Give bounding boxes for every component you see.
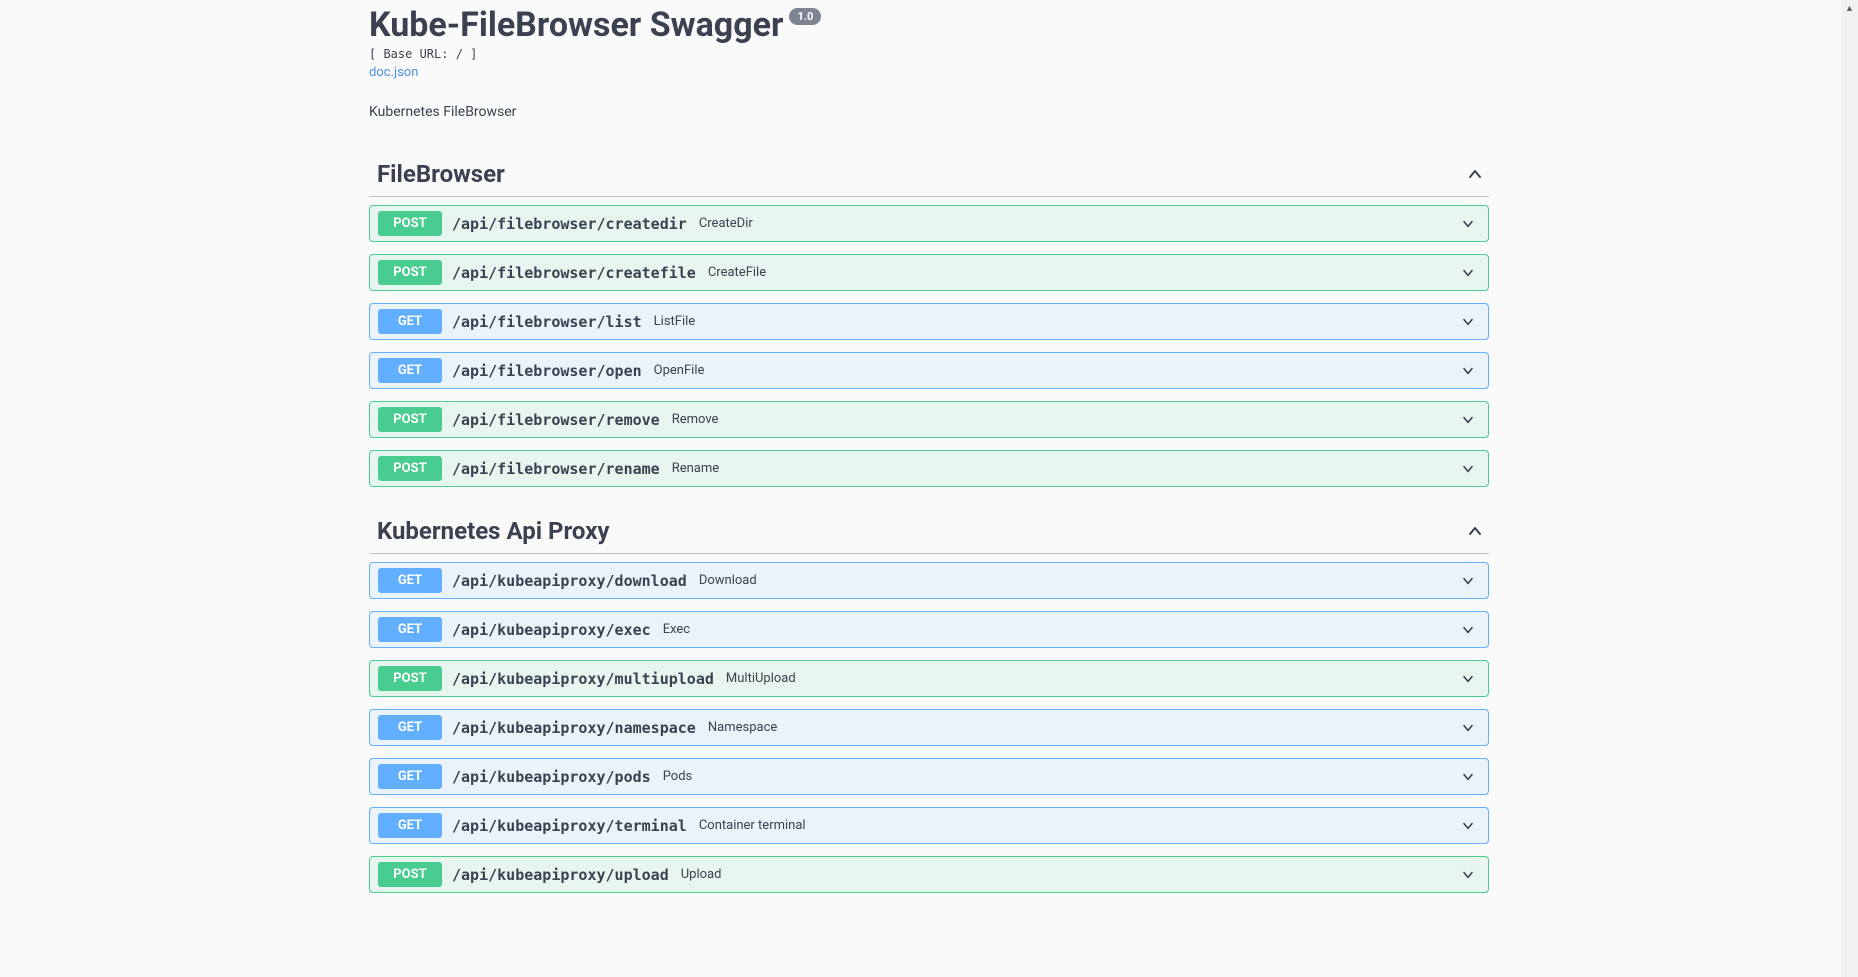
http-method-badge: POST <box>378 260 442 285</box>
chevron-up-icon <box>1465 521 1485 541</box>
operation-summary: Namespace <box>708 720 1460 735</box>
chevron-up-icon <box>1465 164 1485 184</box>
http-method-badge: GET <box>378 764 442 789</box>
vertical-scrollbar[interactable]: ▲ <box>1841 0 1858 977</box>
chevron-down-icon <box>1460 573 1476 589</box>
operation-path: /api/kubeapiproxy/upload <box>452 866 669 884</box>
api-title: Kube-FileBrowser Swagger <box>369 6 783 45</box>
tag-name: Kubernetes Api Proxy <box>377 517 610 545</box>
chevron-down-icon <box>1460 622 1476 638</box>
operation-summary: Pods <box>663 769 1460 784</box>
chevron-down-icon <box>1460 265 1476 281</box>
operation-row[interactable]: GET/api/kubeapiproxy/namespace Namespace <box>369 709 1489 746</box>
operation-path: /api/kubeapiproxy/terminal <box>452 817 687 835</box>
http-method-badge: GET <box>378 617 442 642</box>
operation-path: /api/kubeapiproxy/pods <box>452 768 651 786</box>
http-method-badge: GET <box>378 568 442 593</box>
operation-row[interactable]: GET/api/filebrowser/list ListFile <box>369 303 1489 340</box>
chevron-down-icon <box>1460 363 1476 379</box>
operation-row[interactable]: POST/api/filebrowser/remove Remove <box>369 401 1489 438</box>
operation-row[interactable]: POST/api/filebrowser/createdir CreateDir <box>369 205 1489 242</box>
operation-summary: CreateDir <box>699 216 1460 231</box>
operation-summary: OpenFile <box>654 363 1460 378</box>
operation-summary: ListFile <box>654 314 1460 329</box>
operation-row[interactable]: POST/api/filebrowser/createfile CreateFil… <box>369 254 1489 291</box>
operation-path: /api/filebrowser/open <box>452 362 642 380</box>
chevron-down-icon <box>1460 461 1476 477</box>
http-method-badge: POST <box>378 407 442 432</box>
chevron-down-icon <box>1460 769 1476 785</box>
operation-summary: Upload <box>681 867 1460 882</box>
operation-path: /api/filebrowser/remove <box>452 411 660 429</box>
operation-path: /api/kubeapiproxy/namespace <box>452 719 696 737</box>
operation-row[interactable]: GET/api/kubeapiproxy/download Download <box>369 562 1489 599</box>
operation-path: /api/kubeapiproxy/exec <box>452 621 651 639</box>
doc-json-link[interactable]: doc.json <box>369 65 418 80</box>
api-description: Kubernetes FileBrowser <box>369 104 1489 120</box>
chevron-down-icon <box>1460 671 1476 687</box>
operation-summary: Download <box>699 573 1460 588</box>
http-method-badge: GET <box>378 813 442 838</box>
operation-path: /api/filebrowser/rename <box>452 460 660 478</box>
scroll-up-arrow-icon[interactable]: ▲ <box>1841 0 1858 17</box>
chevron-down-icon <box>1460 720 1476 736</box>
operation-row[interactable]: GET/api/kubeapiproxy/pods Pods <box>369 758 1489 795</box>
http-method-badge: POST <box>378 211 442 236</box>
tag-header[interactable]: FileBrowser <box>369 152 1489 197</box>
operation-row[interactable]: POST/api/kubeapiproxy/multiupload MultiUp… <box>369 660 1489 697</box>
operation-summary: Rename <box>672 461 1460 476</box>
chevron-down-icon <box>1460 216 1476 232</box>
chevron-down-icon <box>1460 412 1476 428</box>
operation-row[interactable]: GET/api/kubeapiproxy/terminal Container t… <box>369 807 1489 844</box>
operation-row[interactable]: GET/api/kubeapiproxy/exec Exec <box>369 611 1489 648</box>
operation-row[interactable]: POST/api/kubeapiproxy/upload Upload <box>369 856 1489 893</box>
chevron-down-icon <box>1460 314 1476 330</box>
http-method-badge: POST <box>378 666 442 691</box>
tag-header[interactable]: Kubernetes Api Proxy <box>369 509 1489 554</box>
operation-path: /api/filebrowser/createfile <box>452 264 696 282</box>
tag-section: FileBrowser POST/api/filebrowser/createdi… <box>369 152 1489 487</box>
tag-section: Kubernetes Api Proxy GET/api/kubeapiproxy… <box>369 509 1489 893</box>
http-method-badge: POST <box>378 862 442 887</box>
base-url: [ Base URL: / ] <box>369 47 1489 61</box>
operation-list: GET/api/kubeapiproxy/downloadDownloadGET… <box>369 554 1489 893</box>
operation-list: POST/api/filebrowser/createdirCreateDirP… <box>369 197 1489 487</box>
operation-summary: Exec <box>663 622 1460 637</box>
chevron-down-icon <box>1460 867 1476 883</box>
operation-summary: Container terminal <box>699 818 1460 833</box>
api-version-badge: 1.0 <box>789 8 821 25</box>
api-header: Kube-FileBrowser Swagger 1.0 [ Base URL:… <box>369 0 1489 120</box>
operation-summary: Remove <box>672 412 1460 427</box>
operation-row[interactable]: POST/api/filebrowser/rename Rename <box>369 450 1489 487</box>
operation-path: /api/filebrowser/list <box>452 313 642 331</box>
operation-row[interactable]: GET/api/filebrowser/open OpenFile <box>369 352 1489 389</box>
http-method-badge: GET <box>378 309 442 334</box>
http-method-badge: GET <box>378 715 442 740</box>
operation-path: /api/kubeapiproxy/multiupload <box>452 670 714 688</box>
operation-summary: MultiUpload <box>726 671 1460 686</box>
operation-path: /api/kubeapiproxy/download <box>452 572 687 590</box>
operation-path: /api/filebrowser/createdir <box>452 215 687 233</box>
chevron-down-icon <box>1460 818 1476 834</box>
http-method-badge: GET <box>378 358 442 383</box>
tag-name: FileBrowser <box>377 160 505 188</box>
http-method-badge: POST <box>378 456 442 481</box>
operation-summary: CreateFile <box>708 265 1460 280</box>
